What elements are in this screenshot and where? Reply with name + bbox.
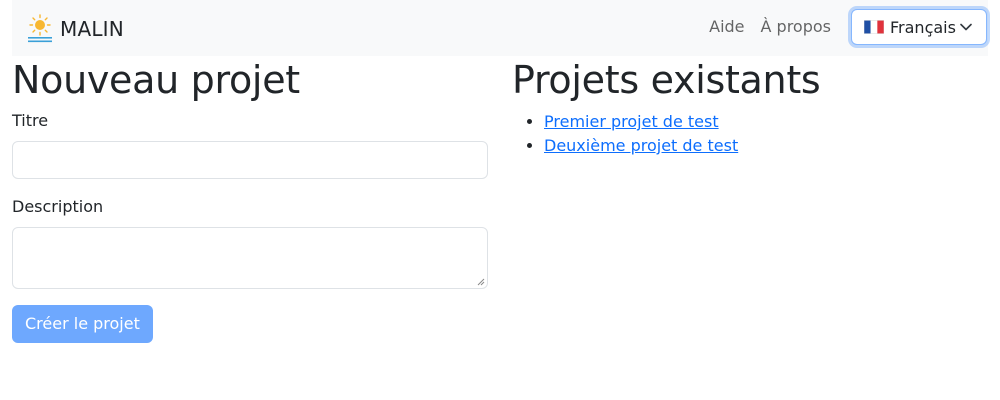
list-item: Premier projet de test <box>544 110 738 134</box>
brand-name: MALIN <box>60 17 124 41</box>
france-flag-icon <box>864 20 884 34</box>
sun-logo-icon <box>28 14 52 43</box>
language-select[interactable]: Français <box>851 9 987 45</box>
brand-link[interactable]: MALIN <box>26 14 124 44</box>
chevron-down-icon <box>960 23 972 31</box>
navbar: MALIN Aide À propos Français <box>12 0 988 56</box>
list-item: Deuxième projet de test <box>544 134 738 158</box>
project-link[interactable]: Deuxième projet de test <box>544 136 738 155</box>
nav-link-about[interactable]: À propos <box>761 17 831 36</box>
project-link[interactable]: Premier projet de test <box>544 112 719 131</box>
title-input[interactable] <box>12 141 488 179</box>
resize-handle-icon[interactable] <box>477 278 485 286</box>
description-label: Description <box>12 197 104 216</box>
existing-projects-heading: Projets existants <box>512 58 821 102</box>
new-project-section: Nouveau projet Titre Description Créer l… <box>12 58 488 343</box>
create-project-button[interactable]: Créer le projet <box>12 305 153 343</box>
nav-links: Aide À propos <box>693 17 831 36</box>
language-label: Français <box>890 17 956 37</box>
project-list: Premier projet de test Deuxième projet d… <box>512 110 738 158</box>
new-project-heading: Nouveau projet <box>12 58 300 102</box>
description-textarea[interactable] <box>12 227 488 289</box>
nav-link-help[interactable]: Aide <box>709 17 744 36</box>
existing-projects-section: Projets existants Premier projet de test… <box>512 58 988 155</box>
title-label: Titre <box>12 111 49 130</box>
